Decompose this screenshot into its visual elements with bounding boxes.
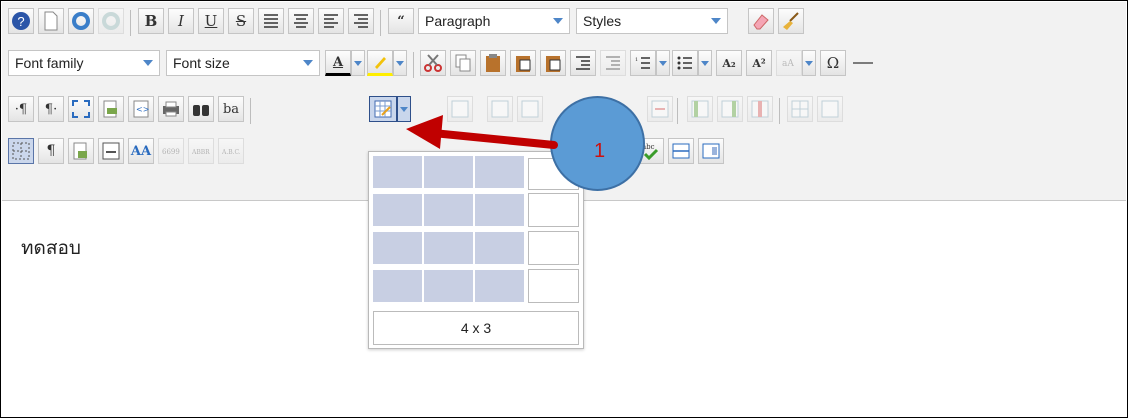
- annotation-arrow: [406, 115, 558, 149]
- editor-frame: ? B I U S “ Paragraph Styles Font family…: [0, 0, 1128, 418]
